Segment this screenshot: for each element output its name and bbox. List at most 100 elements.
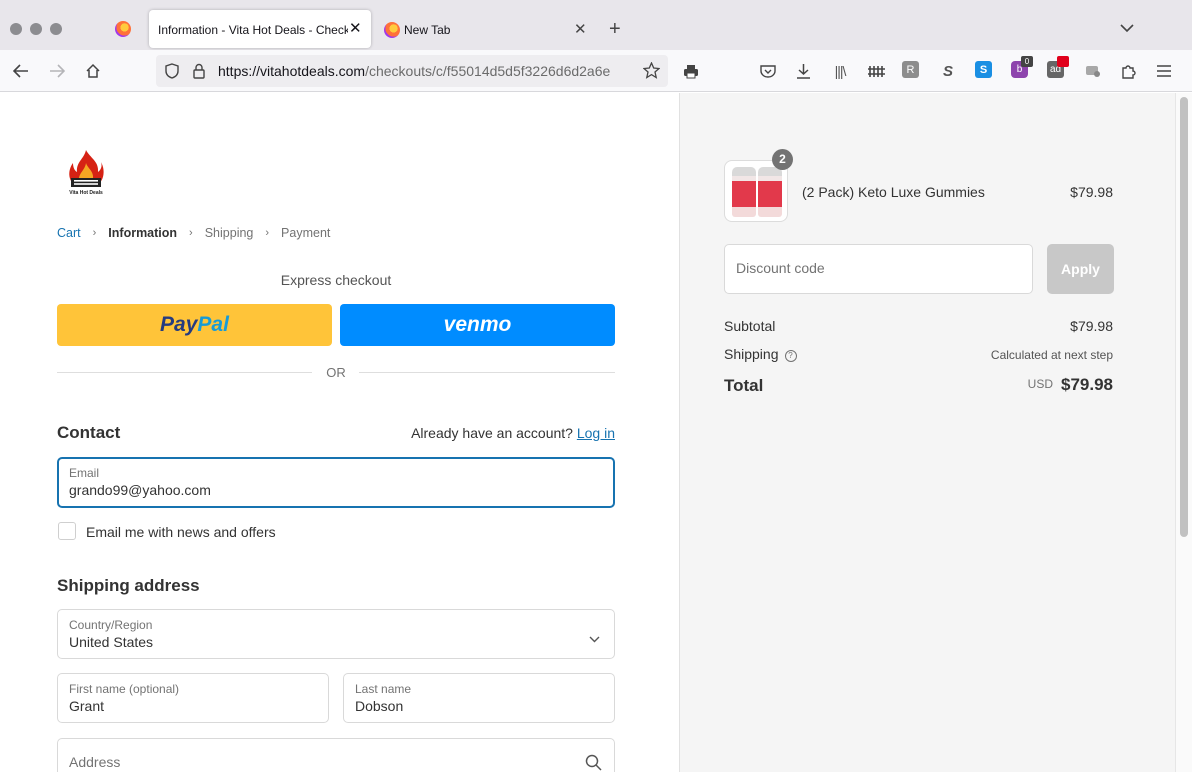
email-field[interactable]: Email xyxy=(57,457,615,508)
shipping-summary-text: Shipping xyxy=(724,346,779,362)
store-logo[interactable]: Vita Hot Deals xyxy=(66,149,106,199)
logo-text: Vita Hot Deals xyxy=(69,190,103,196)
page-scrollbar[interactable] xyxy=(1175,93,1192,772)
order-summary: 2 (2 Pack) Keto Luxe Gummies $79.98 Appl… xyxy=(679,93,1175,772)
gummies-bottle-image xyxy=(732,167,756,217)
newsletter-label[interactable]: Email me with news and offers xyxy=(86,524,276,540)
account-prompt: Already have an account? Log in xyxy=(411,425,615,441)
shipping-address-title: Shipping address xyxy=(57,576,200,595)
apply-button[interactable]: Apply xyxy=(1047,244,1114,294)
extension-gray-icon[interactable] xyxy=(1083,61,1103,81)
window-zoom-button[interactable] xyxy=(50,23,62,35)
close-icon[interactable]: ✕ xyxy=(349,21,362,36)
shipping-summary-label: Shipping? xyxy=(724,346,797,362)
express-checkout-label: Express checkout xyxy=(280,272,392,288)
discount-field[interactable] xyxy=(724,244,1033,294)
tab-title: Information - Vita Hot Deals - Checkout xyxy=(158,23,348,37)
first-name-input[interactable] xyxy=(69,698,299,714)
breadcrumb-shipping: Shipping xyxy=(204,226,254,240)
new-tab-button[interactable]: + xyxy=(609,19,621,39)
total-label: Total xyxy=(724,376,764,395)
venmo-button[interactable]: venmo xyxy=(340,304,615,346)
home-button[interactable] xyxy=(82,60,104,82)
breadcrumb-information: Information xyxy=(108,226,178,240)
download-icon[interactable] xyxy=(793,61,813,81)
firefox-view-icon[interactable] xyxy=(115,21,131,37)
paypal-button[interactable]: Pay Pal xyxy=(57,304,332,346)
breadcrumb: Cart › Information › Shipping › Payment xyxy=(57,226,330,240)
quantity-badge: 2 xyxy=(772,149,793,170)
total-value: $79.98 xyxy=(1061,375,1113,394)
browser-nav-bar: https://vitahotdeals.com/checkouts/c/f55… xyxy=(0,50,1192,92)
extension-purple-icon[interactable]: b0 xyxy=(1011,56,1033,78)
hamburger-menu-icon[interactable] xyxy=(1154,61,1174,81)
last-name-field[interactable]: Last name xyxy=(343,673,615,723)
extension-r-icon[interactable]: R xyxy=(902,61,919,78)
discount-input[interactable] xyxy=(736,260,1016,276)
last-name-input[interactable] xyxy=(355,698,585,714)
last-name-label: Last name xyxy=(355,682,412,696)
subtotal-label: Subtotal xyxy=(724,318,776,334)
total-amount: USD $79.98 xyxy=(1028,375,1113,395)
url-bar[interactable]: https://vitahotdeals.com/checkouts/c/f55… xyxy=(156,55,668,87)
chevron-right-icon: › xyxy=(189,227,193,239)
breadcrumb-cart[interactable]: Cart xyxy=(57,226,81,240)
subtotal-value: $79.98 xyxy=(1070,318,1113,334)
extension-s-icon[interactable]: S xyxy=(938,61,958,81)
library-icon[interactable]: |||\ xyxy=(830,61,850,81)
close-icon[interactable]: ✕ xyxy=(574,22,587,37)
login-link[interactable]: Log in xyxy=(577,425,615,441)
extension-red-badge-icon[interactable]: ad xyxy=(1047,56,1069,78)
extension-fence-icon[interactable] xyxy=(866,61,886,81)
address-field[interactable]: Address xyxy=(57,738,615,772)
account-prompt-text: Already have an account? xyxy=(411,425,573,441)
checkout-page: Vita Hot Deals Cart › Information › Ship… xyxy=(0,93,1192,772)
email-label: Email xyxy=(69,466,100,480)
star-icon[interactable] xyxy=(642,61,661,84)
or-divider: OR xyxy=(57,365,615,381)
country-select[interactable]: Country/Region United States xyxy=(57,609,615,659)
pocket-icon[interactable] xyxy=(758,61,778,81)
chevron-down-icon[interactable] xyxy=(1120,20,1134,38)
shipping-summary-value: Calculated at next step xyxy=(990,348,1113,362)
first-name-label: First name (optional) xyxy=(69,682,180,696)
window-minimize-button[interactable] xyxy=(30,23,42,35)
back-button[interactable] xyxy=(10,60,32,82)
chevron-right-icon: › xyxy=(92,227,97,239)
url-text[interactable]: https://vitahotdeals.com/checkouts/c/f55… xyxy=(218,63,634,79)
flame-icon xyxy=(69,150,104,187)
chevron-right-icon: › xyxy=(265,227,270,239)
country-label: Country/Region xyxy=(69,618,153,632)
forward-button[interactable] xyxy=(46,60,68,82)
address-placeholder: Address xyxy=(69,754,121,770)
printer-icon[interactable] xyxy=(681,61,701,81)
venmo-logo: venmo xyxy=(443,313,512,336)
tab-title: New Tab xyxy=(404,23,451,37)
question-circle-icon[interactable]: ? xyxy=(784,350,797,362)
paypal-logo-pal: Pal xyxy=(197,313,229,336)
puzzle-icon[interactable] xyxy=(1119,61,1139,81)
tab-information[interactable]: Information - Vita Hot Deals - Checkout … xyxy=(149,10,371,48)
newsletter-checkbox[interactable] xyxy=(58,522,76,540)
search-icon xyxy=(585,754,602,772)
extension-s-blue-icon[interactable]: S xyxy=(975,61,992,78)
chevron-down-icon xyxy=(589,630,600,648)
first-name-field[interactable]: First name (optional) xyxy=(57,673,329,723)
window-close-button[interactable] xyxy=(10,23,22,35)
divider-line xyxy=(359,372,615,373)
product-price: $79.98 xyxy=(1070,184,1113,200)
firefox-icon xyxy=(384,22,400,38)
checkout-main: Vita Hot Deals Cart › Information › Ship… xyxy=(0,93,679,772)
currency-code: USD xyxy=(1027,377,1053,391)
email-input[interactable] xyxy=(69,482,540,498)
product-name: (2 Pack) Keto Luxe Gummies xyxy=(802,184,985,200)
contact-title: Contact xyxy=(57,423,121,442)
lock-icon[interactable] xyxy=(193,63,205,84)
breadcrumb-payment: Payment xyxy=(281,226,331,240)
paypal-logo-pay: Pay xyxy=(160,313,198,336)
browser-tab-bar: Information - Vita Hot Deals - Checkout … xyxy=(0,0,1192,50)
scrollbar-thumb[interactable] xyxy=(1180,97,1188,537)
country-value: United States xyxy=(69,634,154,650)
gummies-bottle-image xyxy=(758,167,782,217)
shield-icon[interactable] xyxy=(165,63,179,84)
